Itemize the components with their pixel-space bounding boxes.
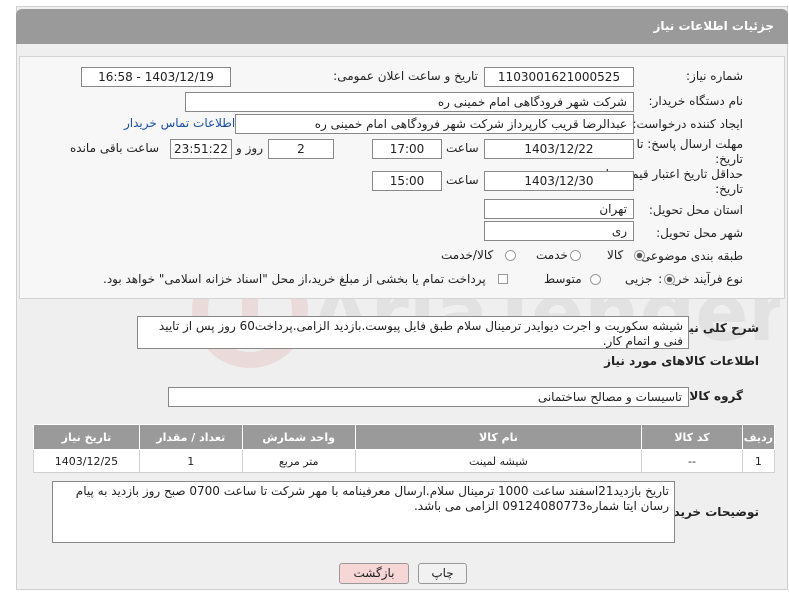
cell-row: 1 — [741, 449, 776, 473]
buyer-org-field[interactable]: شرکت شهر فرودگاهی امام خمینی ره — [185, 92, 634, 112]
col-name: نام کالا — [354, 424, 643, 450]
creator-label: ایجاد کننده درخواست: — [632, 117, 743, 131]
category-radio-both[interactable] — [505, 250, 516, 261]
category-radio-service[interactable] — [570, 250, 581, 261]
page-title: جزئیات اطلاعات نیاز — [653, 19, 774, 33]
announce-date-label: تاریخ و ساعت اعلان عمومی: — [333, 69, 478, 83]
category-option-both: کالا/خدمت — [441, 248, 494, 262]
process-option-minor: جزیی — [625, 272, 653, 286]
treasury-payment-checkbox[interactable] — [498, 274, 508, 284]
need-number-field[interactable]: 1103001621000525 — [484, 67, 634, 87]
category-option-service: خدمت — [536, 248, 568, 262]
col-quantity: تعداد / مقدار — [138, 424, 243, 450]
goods-section-title: اطلاعات کالاهای مورد نیاز — [604, 354, 759, 368]
days-field[interactable]: 2 — [268, 139, 334, 159]
validity-time-field[interactable]: 15:00 — [372, 171, 442, 191]
province-label: استان محل تحویل: — [648, 203, 743, 217]
goods-table-header: ردیف کد کالا نام کالا واحد شمارش تعداد /… — [33, 424, 776, 450]
validity-time-label: ساعت — [446, 173, 479, 187]
category-radio-goods[interactable] — [634, 250, 645, 261]
cell-name: شیشه لمینت — [354, 449, 643, 473]
category-option-goods: کالا — [607, 248, 624, 262]
days-label: روز و — [236, 141, 263, 155]
print-button[interactable]: چاپ — [418, 563, 467, 584]
process-radio-minor[interactable] — [664, 274, 675, 285]
title-bar: جزئیات اطلاعات نیاز — [16, 9, 788, 44]
city-field[interactable]: ری — [484, 221, 634, 241]
validity-date-field[interactable]: 1403/12/30 — [484, 171, 634, 191]
province-field[interactable]: تهران — [484, 199, 634, 219]
cell-quantity: 1 — [138, 449, 243, 473]
back-button[interactable]: بازگشت — [339, 563, 409, 584]
table-row: 1 -- شیشه لمینت متر مربع 1 1403/12/25 — [33, 449, 776, 473]
description-textarea[interactable]: شیشه سکوریت و اجرت دیوایدر ترمینال سلام … — [137, 316, 689, 349]
goods-group-label: گروه کالا: — [684, 389, 743, 403]
deadline-time-label: ساعت — [446, 141, 479, 155]
process-option-medium: متوسط — [544, 272, 582, 286]
deadline-label: مهلت ارسال پاسخ: تا تاریخ: — [636, 137, 743, 166]
treasury-payment-note: پرداخت تمام یا بخشی از مبلغ خرید،از محل … — [103, 272, 486, 286]
col-need-date: تاریخ نیاز — [33, 424, 140, 450]
cell-code: -- — [641, 449, 743, 473]
remaining-time-field[interactable]: 23:51:22 — [170, 139, 232, 159]
col-unit: واحد شمارش — [241, 424, 356, 450]
buyer-contact-link[interactable]: اطلاعات تماس خریدار — [124, 116, 235, 130]
goods-table: ردیف کد کالا نام کالا واحد شمارش تعداد /… — [33, 424, 776, 473]
deadline-time-field[interactable]: 17:00 — [372, 139, 442, 159]
need-number-label: شماره نیاز: — [686, 69, 743, 83]
cell-need-date: 1403/12/25 — [33, 449, 140, 473]
buyer-org-label: نام دستگاه خریدار: — [648, 94, 744, 108]
col-code: کد کالا — [641, 424, 743, 450]
creator-field[interactable]: عبدالرضا قریب کارپرداز شرکت شهر فرودگاهی… — [235, 114, 634, 134]
cell-unit: متر مربع — [241, 449, 356, 473]
category-label: طبقه بندی موضوعی: — [636, 249, 743, 263]
announce-date-field[interactable]: 1403/12/19 - 16:58 — [81, 67, 231, 87]
goods-group-field[interactable]: تاسیسات و مصالح ساختمانی — [168, 387, 689, 407]
process-radio-medium[interactable] — [590, 274, 601, 285]
col-row: ردیف — [741, 424, 776, 450]
city-label: شهر محل تحویل: — [656, 226, 743, 240]
buyer-notes-textarea[interactable]: تاریخ بازدید21اسفند ساعت 1000 ترمینال سل… — [52, 481, 675, 543]
deadline-date-field[interactable]: 1403/12/22 — [484, 139, 634, 159]
remaining-label: ساعت باقی مانده — [70, 141, 160, 155]
